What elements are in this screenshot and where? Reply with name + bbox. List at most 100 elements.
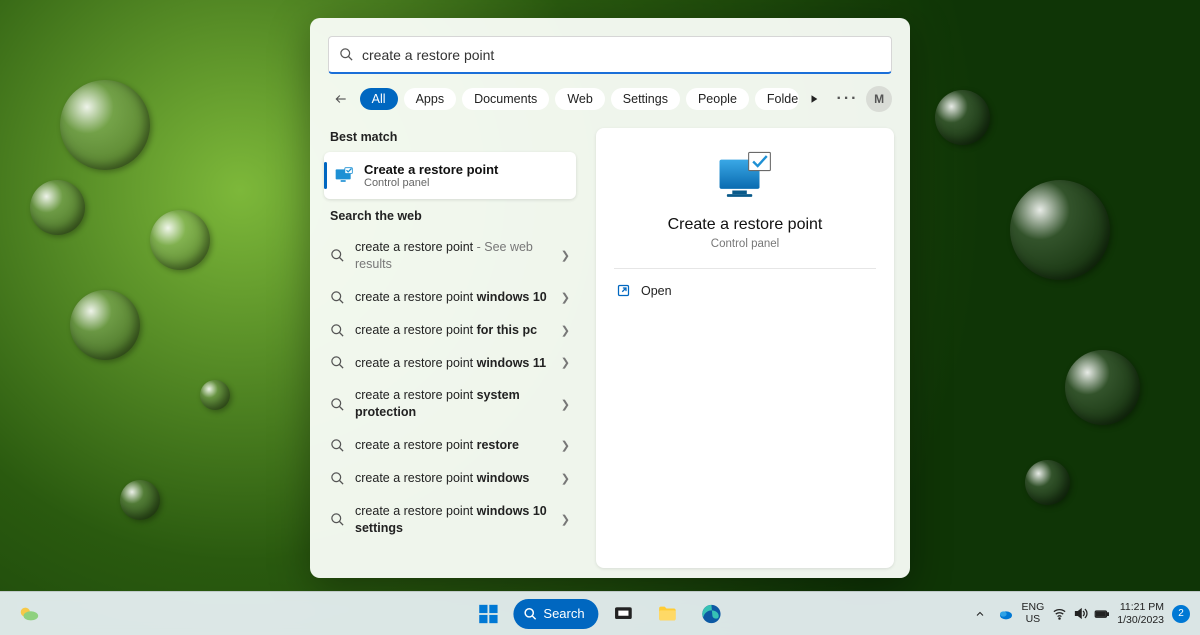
filter-web[interactable]: Web xyxy=(555,88,604,110)
search-icon xyxy=(330,397,345,412)
wallpaper-droplet xyxy=(200,380,230,410)
search-icon xyxy=(330,290,345,305)
web-suggestion[interactable]: create a restore point for this pc ❯ xyxy=(324,314,576,347)
chevron-right-icon: ❯ xyxy=(561,324,570,337)
search-icon xyxy=(339,47,354,62)
wallpaper-droplet xyxy=(30,180,85,235)
web-suggestion-text: create a restore point windows 10 xyxy=(355,289,551,306)
web-suggestion-text: create a restore point restore xyxy=(355,437,551,454)
volume-icon xyxy=(1073,606,1088,621)
filter-apps[interactable]: Apps xyxy=(404,88,457,110)
web-suggestion-text: create a restore point windows xyxy=(355,470,551,487)
onedrive-tray-icon[interactable] xyxy=(998,606,1014,622)
filter-row: All Apps Documents Web Settings People F… xyxy=(310,74,910,120)
results-column: Best match Create a restore point Contro… xyxy=(310,120,590,578)
hidden-icons-button[interactable] xyxy=(970,595,990,633)
chevron-right-icon: ❯ xyxy=(561,249,570,262)
task-view-button[interactable] xyxy=(605,595,643,633)
wifi-icon xyxy=(1052,606,1067,621)
detail-title: Create a restore point xyxy=(668,216,823,234)
time: 11:21 PM xyxy=(1117,601,1164,613)
detail-subtitle: Control panel xyxy=(711,238,779,250)
wallpaper-droplet xyxy=(120,480,160,520)
web-suggestions-list: create a restore point - See web results… xyxy=(324,231,576,545)
taskbar: Search ENG US 11:21 PM 1/30/2023 2 xyxy=(0,591,1200,635)
clock[interactable]: 11:21 PM 1/30/2023 xyxy=(1117,601,1164,625)
language-indicator[interactable]: ENG US xyxy=(1022,602,1045,625)
filter-settings[interactable]: Settings xyxy=(611,88,680,110)
web-suggestion[interactable]: create a restore point system protection… xyxy=(324,379,576,429)
web-suggestion[interactable]: create a restore point restore ❯ xyxy=(324,429,576,462)
date: 1/30/2023 xyxy=(1117,614,1164,626)
folder-icon xyxy=(657,603,679,625)
open-icon xyxy=(616,283,631,298)
chevron-right-icon: ❯ xyxy=(561,398,570,411)
battery-icon xyxy=(1094,606,1109,621)
wallpaper-droplet xyxy=(1065,350,1140,425)
best-match-result[interactable]: Create a restore point Control panel xyxy=(324,152,576,199)
web-suggestion[interactable]: create a restore point - See web results… xyxy=(324,231,576,281)
filter-documents[interactable]: Documents xyxy=(462,88,549,110)
chevron-right-icon: ❯ xyxy=(561,291,570,304)
wallpaper-droplet xyxy=(1025,460,1070,505)
web-suggestion[interactable]: create a restore point windows 10 ❯ xyxy=(324,281,576,314)
search-icon xyxy=(330,355,345,370)
chevron-right-icon: ❯ xyxy=(561,513,570,526)
filter-all[interactable]: All xyxy=(360,88,398,110)
web-suggestion[interactable]: create a restore point windows 10 settin… xyxy=(324,495,576,545)
web-suggestion-text: create a restore point for this pc xyxy=(355,322,551,339)
wallpaper-droplet xyxy=(1010,180,1110,280)
weather-icon xyxy=(18,603,40,625)
web-suggestion-text: create a restore point windows 11 xyxy=(355,355,551,372)
edge-icon xyxy=(701,603,723,625)
start-button[interactable] xyxy=(469,595,507,633)
filter-folders[interactable]: Folders xyxy=(755,88,799,110)
file-explorer-button[interactable] xyxy=(649,595,687,633)
filter-people[interactable]: People xyxy=(686,88,749,110)
taskbar-search-button[interactable]: Search xyxy=(513,599,598,629)
search-icon xyxy=(523,607,537,621)
wallpaper-droplet xyxy=(150,210,210,270)
user-avatar[interactable]: M xyxy=(866,86,892,112)
search-icon xyxy=(330,512,345,527)
best-match-subtitle: Control panel xyxy=(364,177,498,189)
best-match-title: Create a restore point xyxy=(364,162,498,177)
chevron-right-icon: ❯ xyxy=(561,439,570,452)
web-suggestion[interactable]: create a restore point windows ❯ xyxy=(324,462,576,495)
open-action-label: Open xyxy=(641,284,672,298)
edge-button[interactable] xyxy=(693,595,731,633)
lang-top: ENG xyxy=(1022,602,1045,614)
windows-logo-icon xyxy=(477,603,499,625)
chevron-right-icon: ❯ xyxy=(561,472,570,485)
search-icon xyxy=(330,323,345,338)
notifications-button[interactable]: 2 xyxy=(1172,605,1190,623)
web-suggestion-text: create a restore point windows 10 settin… xyxy=(355,503,551,537)
search-web-label: Search the web xyxy=(324,203,576,231)
search-icon xyxy=(330,438,345,453)
wallpaper-droplet xyxy=(935,90,990,145)
taskbar-search-label: Search xyxy=(543,606,584,621)
start-search-panel: All Apps Documents Web Settings People F… xyxy=(310,18,910,578)
back-button[interactable] xyxy=(328,86,354,112)
monitor-icon xyxy=(334,166,354,186)
monitor-check-icon xyxy=(716,150,774,202)
lang-bottom: US xyxy=(1022,614,1045,626)
search-icon xyxy=(330,248,345,263)
task-view-icon xyxy=(614,604,634,624)
best-match-label: Best match xyxy=(324,124,576,152)
weather-widget[interactable] xyxy=(10,595,48,633)
detail-pane: Create a restore point Control panel Ope… xyxy=(596,128,894,568)
web-suggestion[interactable]: create a restore point windows 11 ❯ xyxy=(324,347,576,380)
web-suggestion-text: create a restore point system protection xyxy=(355,387,551,421)
chevron-right-icon: ❯ xyxy=(561,356,570,369)
chevron-up-icon xyxy=(974,608,986,620)
web-suggestion-text: create a restore point - See web results xyxy=(355,239,551,273)
system-tray[interactable] xyxy=(1052,606,1109,621)
more-options-button[interactable]: ··· xyxy=(835,86,861,112)
search-input[interactable] xyxy=(362,47,881,63)
open-action[interactable]: Open xyxy=(614,277,876,304)
search-box[interactable] xyxy=(328,36,892,74)
scroll-filters-right-button[interactable] xyxy=(805,90,823,108)
search-icon xyxy=(330,471,345,486)
wallpaper-droplet xyxy=(70,290,140,360)
